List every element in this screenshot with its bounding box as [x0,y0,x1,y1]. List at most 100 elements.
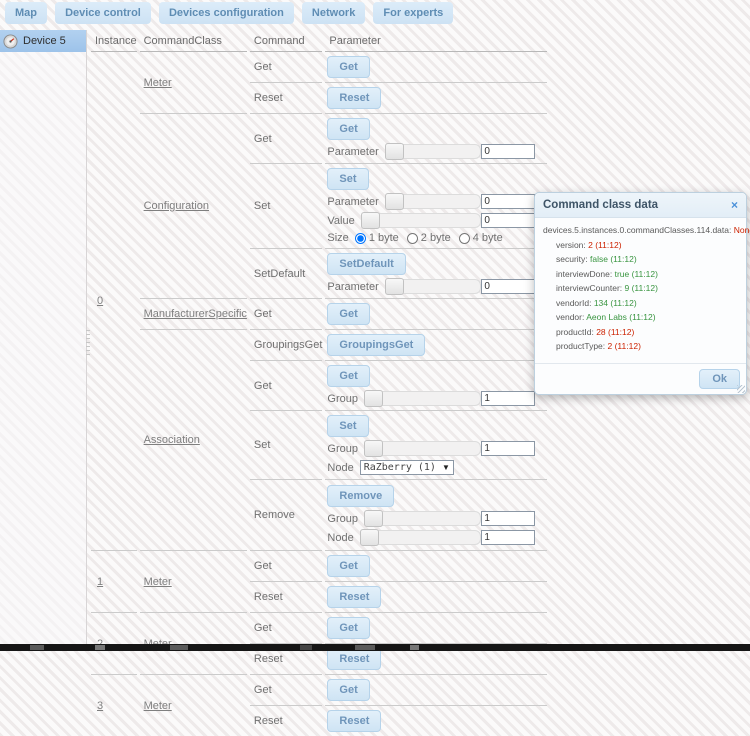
bottom-taskbar-strip [0,644,750,651]
entry-label: vendorId: [556,298,591,308]
commandclass-link-configuration[interactable]: Configuration [144,200,209,212]
nav-network[interactable]: Network [302,2,365,24]
value-input[interactable] [481,213,535,228]
dialog-title: Command class data [543,199,658,211]
reset-button[interactable]: Reset [327,87,381,109]
size-radio-1byte[interactable]: 1 byte [355,232,399,244]
field-label-node: Node [327,532,353,544]
instance-link-3[interactable]: 3 [97,700,103,712]
commandclass-link-meter[interactable]: Meter [144,576,172,588]
nav-map[interactable]: Map [5,2,47,24]
group-slider[interactable] [364,441,481,456]
node-input[interactable] [481,530,535,545]
parameter-input[interactable] [481,279,535,294]
radio-label: 2 byte [421,232,451,244]
get-button[interactable]: Get [327,555,369,577]
command-label: Get [250,52,322,83]
data-entry: devices.5.instances.0.commandClasses.114… [543,226,740,235]
slider-handle[interactable] [385,278,404,295]
entry-label: interviewDone: [556,269,612,279]
get-button[interactable]: Get [327,56,369,78]
group-input[interactable] [481,441,535,456]
close-icon[interactable]: × [731,199,738,211]
parameter-input[interactable] [481,194,535,209]
remove-button[interactable]: Remove [327,485,394,507]
command-class-table: Instance CommandClass Command Parameter … [88,30,550,736]
slider-handle[interactable] [364,510,383,527]
field-label-group: Group [327,513,358,525]
reset-button[interactable]: Reset [327,648,381,670]
command-label: SetDefault [250,249,322,299]
entry-value: 2 (11:12) [608,341,641,351]
data-entry: productType: 2 (11:12) [543,342,740,351]
commandclass-link-manufacturerspecific[interactable]: ManufacturerSpecific [144,308,247,320]
command-label: GroupingsGet [250,330,322,361]
dialog-header: Command class data × [535,193,746,218]
value-slider[interactable] [361,213,482,228]
commandclass-link-association[interactable]: Association [144,434,200,446]
field-label-parameter: Parameter [327,196,378,208]
command-label: Get [250,613,322,644]
parameter-input[interactable] [481,144,535,159]
groupingsget-button[interactable]: GroupingsGet [327,334,425,356]
entry-value: 134 (11:12) [594,298,637,308]
resize-grip-icon[interactable] [737,385,745,393]
nav-for-experts[interactable]: For experts [373,2,453,24]
node-slider[interactable] [360,530,482,545]
data-entry: productId: 28 (11:12) [543,328,740,337]
slider-handle[interactable] [361,212,380,229]
entry-value: true (11:12) [615,269,658,279]
field-label-parameter: Parameter [327,146,378,158]
slider-handle[interactable] [385,193,404,210]
slider-handle[interactable] [364,440,383,457]
gauge-icon [3,34,18,49]
group-slider[interactable] [364,511,481,526]
size-radio-4byte-input[interactable] [459,233,470,244]
parameter-slider[interactable] [385,194,482,209]
set-button[interactable]: Set [327,168,368,190]
get-button[interactable]: Get [327,617,369,639]
commandclass-link-meter[interactable]: Meter [144,700,172,712]
app-root: { "nav": { "items": [ {"label": "Map"}, … [0,0,750,651]
dialog-footer: Ok [535,363,746,394]
get-button[interactable]: Get [327,365,369,387]
instance-link-0[interactable]: 0 [97,295,103,307]
parameter-slider[interactable] [385,144,482,159]
data-entry: vendor: Aeon Labs (11:12) [543,313,740,322]
nav-device-control[interactable]: Device control [55,2,151,24]
entry-value: None (11:12) [734,225,750,235]
slider-handle[interactable] [385,143,404,160]
group-input[interactable] [481,511,535,526]
radio-label: 4 byte [473,232,503,244]
slider-handle[interactable] [360,529,379,546]
size-radio-2byte[interactable]: 2 byte [407,232,451,244]
field-label-parameter: Parameter [327,281,378,293]
get-button[interactable]: Get [327,679,369,701]
command-label: Remove [250,480,322,551]
data-entry: vendorId: 134 (11:12) [543,299,740,308]
set-button[interactable]: Set [327,415,368,437]
entry-label: version: [556,240,586,250]
reset-button[interactable]: Reset [327,586,381,608]
size-radio-2byte-input[interactable] [407,233,418,244]
command-label: Set [250,411,322,480]
ok-button[interactable]: Ok [699,369,740,389]
get-button[interactable]: Get [327,303,369,325]
group-slider[interactable] [364,391,481,406]
node-select[interactable]: RaZberry (1) ▼ [360,460,454,475]
entry-label: productId: [556,327,594,337]
commandclass-link-meter[interactable]: Meter [144,77,172,89]
entry-value: 2 (11:12) [588,240,621,250]
slider-handle[interactable] [364,390,383,407]
setdefault-button[interactable]: SetDefault [327,253,405,275]
nav-devices-configuration[interactable]: Devices configuration [159,2,294,24]
parameter-slider[interactable] [385,279,482,294]
group-input[interactable] [481,391,535,406]
get-button[interactable]: Get [327,118,369,140]
reset-button[interactable]: Reset [327,710,381,732]
top-nav: Map Device control Devices configuration… [0,0,750,29]
sidebar-item-device-5[interactable]: Device 5 [0,30,86,52]
instance-link-1[interactable]: 1 [97,576,103,588]
size-radio-4byte[interactable]: 4 byte [459,232,503,244]
size-radio-1byte-input[interactable] [355,233,366,244]
